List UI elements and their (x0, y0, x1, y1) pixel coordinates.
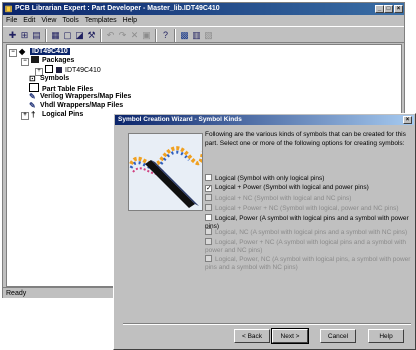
save-icon[interactable]: ▤ (31, 30, 42, 41)
option-label: Logical + Power + NC (Symbol with logica… (215, 205, 399, 212)
tree-item-label: IDT49C410 (30, 48, 70, 55)
option-label: Logical, NC (A symbol with logical pins … (215, 229, 408, 236)
redo-icon[interactable]: ↷ (117, 30, 128, 41)
dialog-divider (123, 323, 411, 325)
wizard-illustration (128, 133, 203, 211)
table-icon (29, 83, 39, 92)
menu-help[interactable]: Help (120, 15, 140, 26)
option-checkbox[interactable] (205, 214, 212, 221)
tree-item-root[interactable]: − ◆ IDT49C410 (9, 47, 70, 57)
tree-item-label: Logical Pins (42, 111, 84, 118)
option-checkbox-disabled (205, 255, 212, 262)
help-icon[interactable]: ? (160, 30, 171, 41)
collapse-toggle[interactable]: − (9, 49, 17, 57)
new-icon[interactable]: ✚ (7, 30, 18, 41)
option-label: Logical, Power, NC (A symbol with logica… (205, 256, 411, 271)
maximize-button[interactable]: □ (384, 5, 393, 13)
minimize-button[interactable]: _ (375, 5, 384, 13)
paste-icon[interactable]: ▣ (141, 30, 152, 41)
wizard-graphic-icon (129, 146, 202, 208)
option-logical-power-comma-nc: Logical, Power, NC (A symbol with logica… (205, 255, 413, 271)
menu-file[interactable]: File (3, 15, 20, 26)
tree-item-packages[interactable]: − Packages (21, 56, 75, 66)
option-label: Logical + NC (Symbol with logical and NC… (215, 195, 352, 202)
option-checkbox-disabled (205, 228, 212, 235)
menu-edit[interactable]: Edit (20, 15, 38, 26)
symbol-icon: ⊡ (29, 74, 36, 83)
option-logical-nc: Logical + NC (Symbol with logical and NC… (205, 194, 413, 203)
pin-icon: † (31, 110, 36, 119)
menu-bar: File Edit View Tools Templates Help (3, 15, 404, 26)
expand-toggle[interactable]: + (21, 112, 29, 120)
option-checkbox-disabled (205, 194, 212, 201)
tree-item-symbols[interactable]: ⊡ Symbols (29, 74, 69, 83)
tree-item-label: IDT49C410 (65, 67, 101, 74)
package-icon (45, 65, 53, 73)
help-button[interactable]: Help (368, 329, 404, 343)
tools-icon[interactable]: ⚒ (86, 30, 97, 41)
option-checkbox-disabled (205, 204, 212, 211)
symbol-wizard-dialog: Symbol Creation Wizard - Symbol Kinds × … (113, 113, 416, 350)
view2-icon[interactable]: ▥ (191, 30, 202, 41)
view3-icon[interactable]: ▧ (203, 30, 214, 41)
next-button[interactable]: Next > (271, 328, 309, 344)
window-title: PCB Librarian Expert : Part Developer - … (15, 5, 220, 12)
undo-icon[interactable]: ↶ (105, 30, 116, 41)
tree-item-label: Verilog Wrappers/Map Files (40, 93, 132, 100)
tree-item-logical-pins[interactable]: + † Logical Pins (21, 110, 84, 120)
option-label: Logical (Symbol with only logical pins) (215, 175, 325, 182)
open-icon[interactable]: ⊞ (19, 30, 30, 41)
chip-icon (56, 67, 62, 73)
tree-item-part-table[interactable]: Part Table Files (29, 83, 93, 93)
menu-view[interactable]: View (38, 15, 59, 26)
cut-icon[interactable]: ✕ (129, 30, 140, 41)
vhdl-icon: ✎ (29, 101, 36, 110)
app-icon: ▣ (4, 4, 13, 13)
dialog-close-button[interactable]: × (403, 116, 412, 124)
chart-icon[interactable]: ◪ (74, 30, 85, 41)
tree-item-package-child[interactable]: + IDT49C410 (35, 65, 101, 76)
option-logical[interactable]: Logical (Symbol with only logical pins) (205, 174, 413, 183)
menu-templates[interactable]: Templates (82, 15, 120, 26)
option-logical-power[interactable]: ✓ Logical + Power (Symbol with logical an… (205, 184, 413, 192)
toolbar-separator (45, 29, 47, 42)
menu-tools[interactable]: Tools (59, 15, 81, 26)
symbol-icon[interactable]: ▢ (62, 30, 73, 41)
back-button[interactable]: < Back (234, 329, 270, 343)
option-logical-comma-nc: Logical, NC (A symbol with logical pins … (205, 228, 413, 237)
option-checkbox[interactable] (205, 174, 212, 181)
part-icon: ◆ (19, 47, 26, 56)
title-bar: PCB Librarian Expert : Part Developer - … (3, 3, 404, 15)
dialog-intro-text: Following are the various kinds of symbo… (205, 131, 406, 147)
toolbar-separator (100, 29, 102, 42)
cancel-button[interactable]: Cancel (320, 329, 356, 343)
view1-icon[interactable]: ▩ (179, 30, 190, 41)
status-text: Ready (6, 290, 27, 297)
option-label: Logical + Power (Symbol with logical and… (215, 184, 369, 191)
option-label: Logical, Power + NC (A symbol with logic… (205, 239, 406, 254)
toolbar-separator (155, 29, 157, 42)
verilog-icon: ✎ (29, 92, 36, 101)
dialog-title-bar: Symbol Creation Wizard - Symbol Kinds × (115, 115, 414, 125)
tree-item-label: Packages (42, 57, 75, 64)
package-icon (31, 56, 39, 63)
tree-item-label: Vhdl Wrappers/Map Files (40, 102, 124, 109)
option-checkbox-disabled (205, 238, 212, 245)
toolbar: ✚ ⊞ ▤ ▦ ▢ ◪ ⚒ ↶ ↷ ✕ ▣ ? ▩ ▥ ▧ (3, 26, 404, 43)
tree-item-vhdl[interactable]: ✎ Vhdl Wrappers/Map Files (29, 101, 123, 110)
tree-item-label: Symbols (40, 75, 70, 82)
tree-item-verilog[interactable]: ✎ Verilog Wrappers/Map Files (29, 92, 131, 101)
close-button[interactable]: × (394, 5, 403, 13)
toolbar-separator (174, 29, 176, 42)
dialog-title: Symbol Creation Wizard - Symbol Kinds (118, 116, 242, 123)
option-checkbox-checked[interactable]: ✓ (205, 185, 212, 192)
option-logical-power-nc: Logical + Power + NC (Symbol with logica… (205, 204, 413, 213)
package-icon[interactable]: ▦ (50, 30, 61, 41)
option-logical-comma-power-nc: Logical, Power + NC (A symbol with logic… (205, 238, 413, 254)
collapse-toggle[interactable]: − (21, 58, 29, 66)
